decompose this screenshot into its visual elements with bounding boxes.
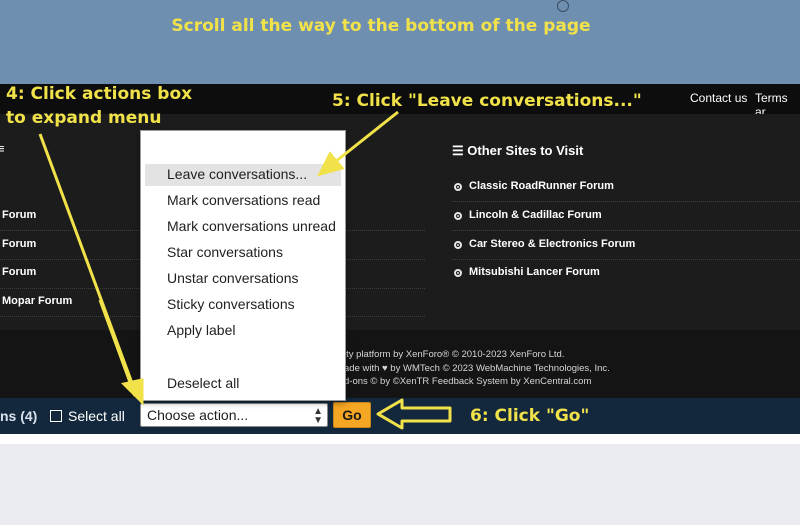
arrow-step5-line [329, 110, 399, 168]
annotation-arrows [38, 110, 452, 430]
arrow-step5-head [317, 151, 345, 177]
instruction-step5: 5: Click "Leave conversations..." [332, 91, 642, 111]
instruction-step6: 6: Click "Go" [470, 406, 590, 426]
instruction-step4-line1: 4: Click actions box [6, 84, 193, 104]
instruction-step4-line2: to expand menu [6, 108, 162, 128]
arrow-step6 [376, 398, 452, 430]
arrow-step4-line-2 [98, 299, 137, 397]
